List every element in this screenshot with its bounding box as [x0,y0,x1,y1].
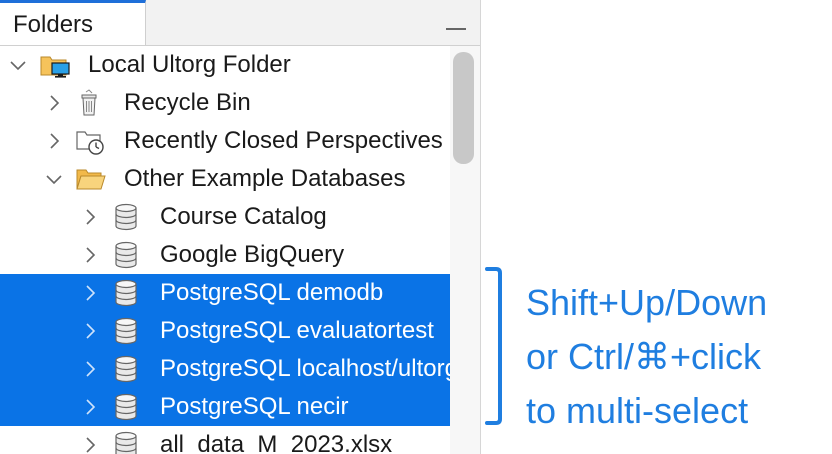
folder-computer-icon [40,56,70,78]
bracket-icon [485,267,502,425]
tree-row-label: PostgreSQL localhost/ultorg [160,355,450,382]
tab-folders[interactable]: Folders [0,0,146,45]
tree-row-recycle-bin[interactable]: Recycle Bin [0,84,450,122]
tree-row-label: Recently Closed Perspectives [124,127,443,154]
tree-row-label: Google BigQuery [160,241,345,268]
tab-label: Folders [13,11,94,38]
panel-header: Folders [0,0,480,46]
chevron-right-icon[interactable] [80,321,100,341]
minimize-icon[interactable] [446,28,466,30]
tree-row-other-example-databases[interactable]: Other Example Databases [0,160,450,198]
chevron-right-icon[interactable] [44,93,64,113]
screenshot-root: Folders Local Ultorg Folder Recycle Bin … [0,0,832,454]
chevron-down-icon[interactable] [44,169,64,189]
folder-icon [76,169,106,190]
recycle-bin-icon [81,89,97,116]
recent-folder-clock-icon [76,131,104,155]
tree-row-local-ultorg-folder[interactable]: Local Ultorg Folder [0,46,450,84]
chevron-right-icon[interactable] [80,359,100,379]
chevron-right-icon[interactable] [80,245,100,265]
database-icon [115,279,137,307]
database-icon [115,393,137,421]
tree-row-postgresql-evaluatortest[interactable]: PostgreSQL evaluatortest [0,312,450,350]
tree-row-postgresql-necir[interactable]: PostgreSQL necir [0,388,450,426]
folder-tree: Local Ultorg Folder Recycle Bin Recently… [0,46,450,454]
multi-select-hint: Shift+Up/Down or Ctrl/⌘+click to multi-s… [526,276,826,438]
tree-row-label: Local Ultorg Folder [88,51,291,78]
tree-row-course-catalog[interactable]: Course Catalog [0,198,450,236]
chevron-right-icon[interactable] [80,435,100,454]
chevron-right-icon[interactable] [44,131,64,151]
database-icon [115,431,137,454]
tree-row-google-bigquery[interactable]: Google BigQuery [0,236,450,274]
tree-row-label: Recycle Bin [124,89,251,116]
chevron-right-icon[interactable] [80,397,100,417]
database-icon [115,241,137,269]
tree-row-label: PostgreSQL necir [160,393,349,420]
tree-row-label: Other Example Databases [124,165,406,192]
tree-row-label: Course Catalog [160,203,327,230]
tree-row-label: all_data_M_2023.xlsx [160,431,393,454]
tree-row-postgresql-localhost-ultorg[interactable]: PostgreSQL localhost/ultorg [0,350,450,388]
tree-row-label: PostgreSQL evaluatortest [160,317,434,344]
chevron-right-icon[interactable] [80,283,100,303]
hint-line-3: to multi-select [526,390,749,431]
hint-line-1: Shift+Up/Down [526,282,768,323]
database-icon [115,203,137,231]
chevron-right-icon[interactable] [80,207,100,227]
database-icon [115,317,137,345]
tree-row-label: PostgreSQL demodb [160,279,384,306]
tree-row-all-data-m-2023-xlsx[interactable]: all_data_M_2023.xlsx [0,426,450,454]
folders-panel: Folders Local Ultorg Folder Recycle Bin … [0,0,481,454]
database-icon [115,355,137,383]
hint-line-2: or Ctrl/⌘+click [526,336,762,377]
chevron-down-icon[interactable] [8,55,28,75]
tree-row-postgresql-demodb[interactable]: PostgreSQL demodb [0,274,450,312]
scrollbar-thumb[interactable] [453,52,474,164]
tree-row-recently-closed-perspectives[interactable]: Recently Closed Perspectives [0,122,450,160]
